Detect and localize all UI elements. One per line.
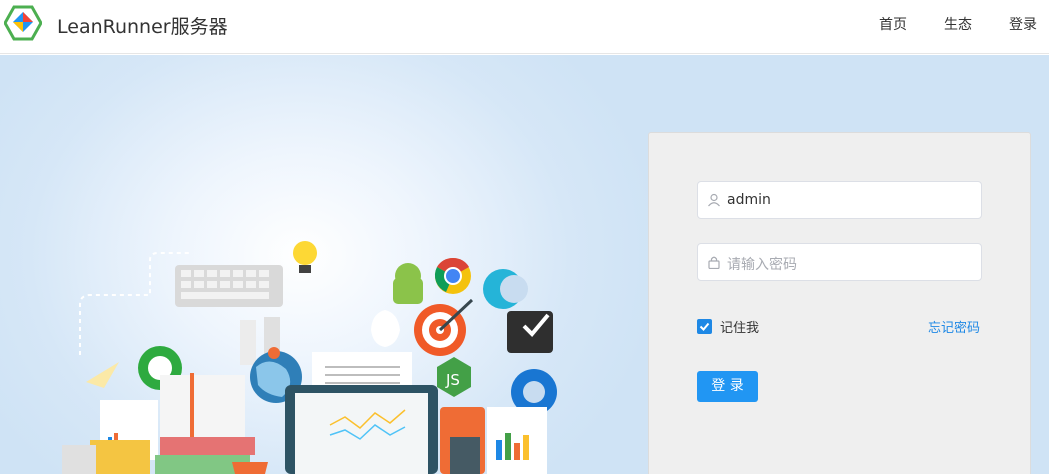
main-area: JS admin 请输入密码 记住我 忘记密码 登 录	[0, 55, 1049, 474]
app-title: LeanRunner服务器	[57, 16, 228, 38]
lock-icon	[708, 256, 720, 269]
leanrunner-logo[interactable]	[4, 5, 42, 41]
checkbox-checked-icon	[699, 322, 710, 331]
hero-illustration: JS	[62, 241, 557, 474]
password-field[interactable]: 请输入密码	[697, 243, 982, 281]
login-card: admin 请输入密码 记住我 忘记密码 登 录	[648, 132, 1031, 474]
user-icon	[708, 193, 720, 207]
forgot-password-link[interactable]: 忘记密码	[928, 317, 980, 336]
username-field[interactable]: admin	[697, 181, 982, 219]
remember-checkbox[interactable]	[697, 319, 712, 334]
nav-ecosystem[interactable]: 生态	[944, 14, 972, 34]
remember-label[interactable]: 记住我	[720, 317, 759, 336]
login-button[interactable]: 登 录	[697, 371, 758, 402]
username-value: admin	[727, 192, 771, 208]
svg-text:JS: JS	[445, 371, 460, 389]
top-header: LeanRunner服务器 首页 生态 登录	[0, 0, 1049, 54]
nav-login[interactable]: 登录	[1009, 14, 1037, 34]
password-placeholder: 请输入密码	[727, 257, 797, 273]
nav-home[interactable]: 首页	[879, 14, 907, 34]
